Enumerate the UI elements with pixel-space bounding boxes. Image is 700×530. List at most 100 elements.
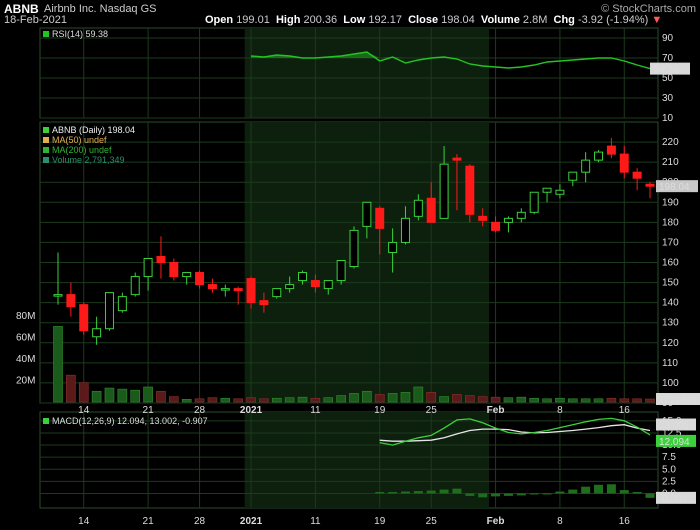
price-tick-label: 210 bbox=[662, 157, 679, 168]
rsi-legend: RSI(14) 59.38 bbox=[52, 29, 108, 39]
candle-body bbox=[388, 241, 398, 253]
candle-body bbox=[555, 189, 565, 195]
price-tick-label: 190 bbox=[662, 197, 679, 208]
candle-body bbox=[259, 300, 269, 306]
x-tick-label: 28 bbox=[194, 405, 206, 416]
price-tick-label: 160 bbox=[662, 258, 679, 269]
candle-body bbox=[349, 229, 359, 268]
macd-histogram-bar bbox=[478, 493, 488, 498]
candle-body bbox=[298, 272, 308, 282]
rsi-tick-label: 30 bbox=[662, 93, 674, 104]
macd-histogram-bar bbox=[645, 493, 655, 498]
x-tick-label: 8 bbox=[557, 405, 563, 416]
month-shade bbox=[244, 28, 490, 118]
candle-body bbox=[619, 153, 629, 173]
volume-bar bbox=[413, 386, 424, 403]
candle-body bbox=[491, 221, 501, 231]
price-tick-label: 170 bbox=[662, 237, 679, 248]
volume-bar bbox=[207, 397, 218, 403]
macd-histogram-bar bbox=[452, 488, 462, 494]
volume-bar bbox=[503, 397, 514, 403]
candle-body bbox=[323, 280, 333, 290]
volume-bar bbox=[284, 397, 295, 403]
x-tick-label: 19 bbox=[374, 516, 386, 527]
candle-body bbox=[452, 157, 462, 161]
macd-histogram-bar bbox=[632, 492, 642, 494]
price-legend-entry: Volume 2,791,349 bbox=[52, 155, 125, 165]
candle-body bbox=[542, 187, 552, 193]
volume-bar bbox=[246, 397, 256, 403]
volume-tick-label: 20M bbox=[16, 376, 35, 387]
volume-bar bbox=[593, 398, 604, 403]
x-tick-label: 21 bbox=[143, 405, 155, 416]
volume-bar bbox=[143, 386, 153, 403]
volume-tick-label: 60M bbox=[16, 333, 35, 344]
candle-body bbox=[375, 207, 385, 229]
x-tick-label: 11 bbox=[310, 405, 321, 416]
macd-histogram-bar bbox=[388, 492, 398, 494]
macd-legend-swatch bbox=[43, 418, 49, 424]
price-legend-entry: MA(50) undef bbox=[52, 135, 107, 145]
macd-tick-label: 2.5 bbox=[662, 476, 676, 487]
candle-body bbox=[79, 304, 89, 332]
x-tick-label: 21 bbox=[143, 516, 155, 527]
candle-body bbox=[632, 171, 642, 179]
x-tick-label: 25 bbox=[426, 405, 438, 416]
volume-bar bbox=[529, 397, 539, 403]
macd-histogram-bar bbox=[426, 490, 436, 494]
macd-histogram-bar bbox=[581, 486, 591, 494]
volume-bar bbox=[271, 397, 282, 403]
volume-bar bbox=[452, 394, 462, 403]
candle-body bbox=[220, 288, 230, 291]
x-tick-label: Feb bbox=[487, 516, 505, 527]
price-tick-label: 120 bbox=[662, 338, 679, 349]
volume-bar bbox=[477, 396, 488, 403]
volume-bar bbox=[156, 390, 166, 403]
macd-histogram-bar bbox=[568, 489, 578, 494]
volume-bar bbox=[336, 395, 346, 403]
volume-bar bbox=[542, 398, 552, 403]
candle-body bbox=[400, 217, 410, 243]
candle-body bbox=[362, 201, 372, 227]
x-tick-label: 2021 bbox=[240, 516, 263, 527]
candle-body bbox=[246, 278, 256, 304]
volume-bar bbox=[349, 393, 359, 403]
volume-tick-label: 80M bbox=[16, 311, 35, 322]
rsi-tick-label: 90 bbox=[662, 33, 674, 44]
x-tick-label: 25 bbox=[426, 516, 438, 527]
macd-histogram-bar bbox=[400, 491, 410, 494]
candle-body bbox=[439, 163, 449, 219]
candle-body bbox=[465, 165, 475, 215]
volume-bar bbox=[555, 397, 565, 403]
volume-bar bbox=[645, 398, 655, 403]
candle-body bbox=[426, 197, 436, 223]
candle-body bbox=[92, 328, 102, 338]
candle-body bbox=[66, 294, 76, 308]
volume-last-label: 2791349 bbox=[658, 395, 697, 406]
volume-bar bbox=[567, 398, 578, 403]
candle-body bbox=[195, 272, 205, 286]
volume-bar bbox=[104, 387, 115, 403]
candle-body bbox=[156, 255, 166, 264]
volume-bar bbox=[169, 396, 179, 403]
volume-bar bbox=[580, 398, 591, 403]
macd-histogram-bar bbox=[465, 493, 475, 496]
volume-bar bbox=[310, 397, 321, 403]
volume-bar bbox=[323, 397, 334, 403]
candle-body bbox=[272, 288, 282, 298]
volume-bar bbox=[297, 396, 308, 403]
candle-body bbox=[336, 259, 346, 282]
price-legend-swatch bbox=[43, 127, 49, 133]
candle-body bbox=[53, 294, 63, 297]
price-legend-swatch bbox=[43, 147, 49, 153]
macd-last-label: 13.002 bbox=[659, 421, 690, 432]
volume-bar bbox=[220, 397, 231, 403]
candle-body bbox=[285, 284, 295, 290]
macd-histogram-bar bbox=[619, 490, 629, 494]
volume-bar bbox=[194, 398, 205, 403]
macd-tick-label: 7.5 bbox=[662, 452, 676, 463]
rsi-last-label: 59.38 bbox=[654, 65, 679, 76]
candle-body bbox=[182, 272, 192, 278]
price-last-label: 198.04 bbox=[659, 182, 690, 193]
candle-body bbox=[503, 217, 513, 223]
